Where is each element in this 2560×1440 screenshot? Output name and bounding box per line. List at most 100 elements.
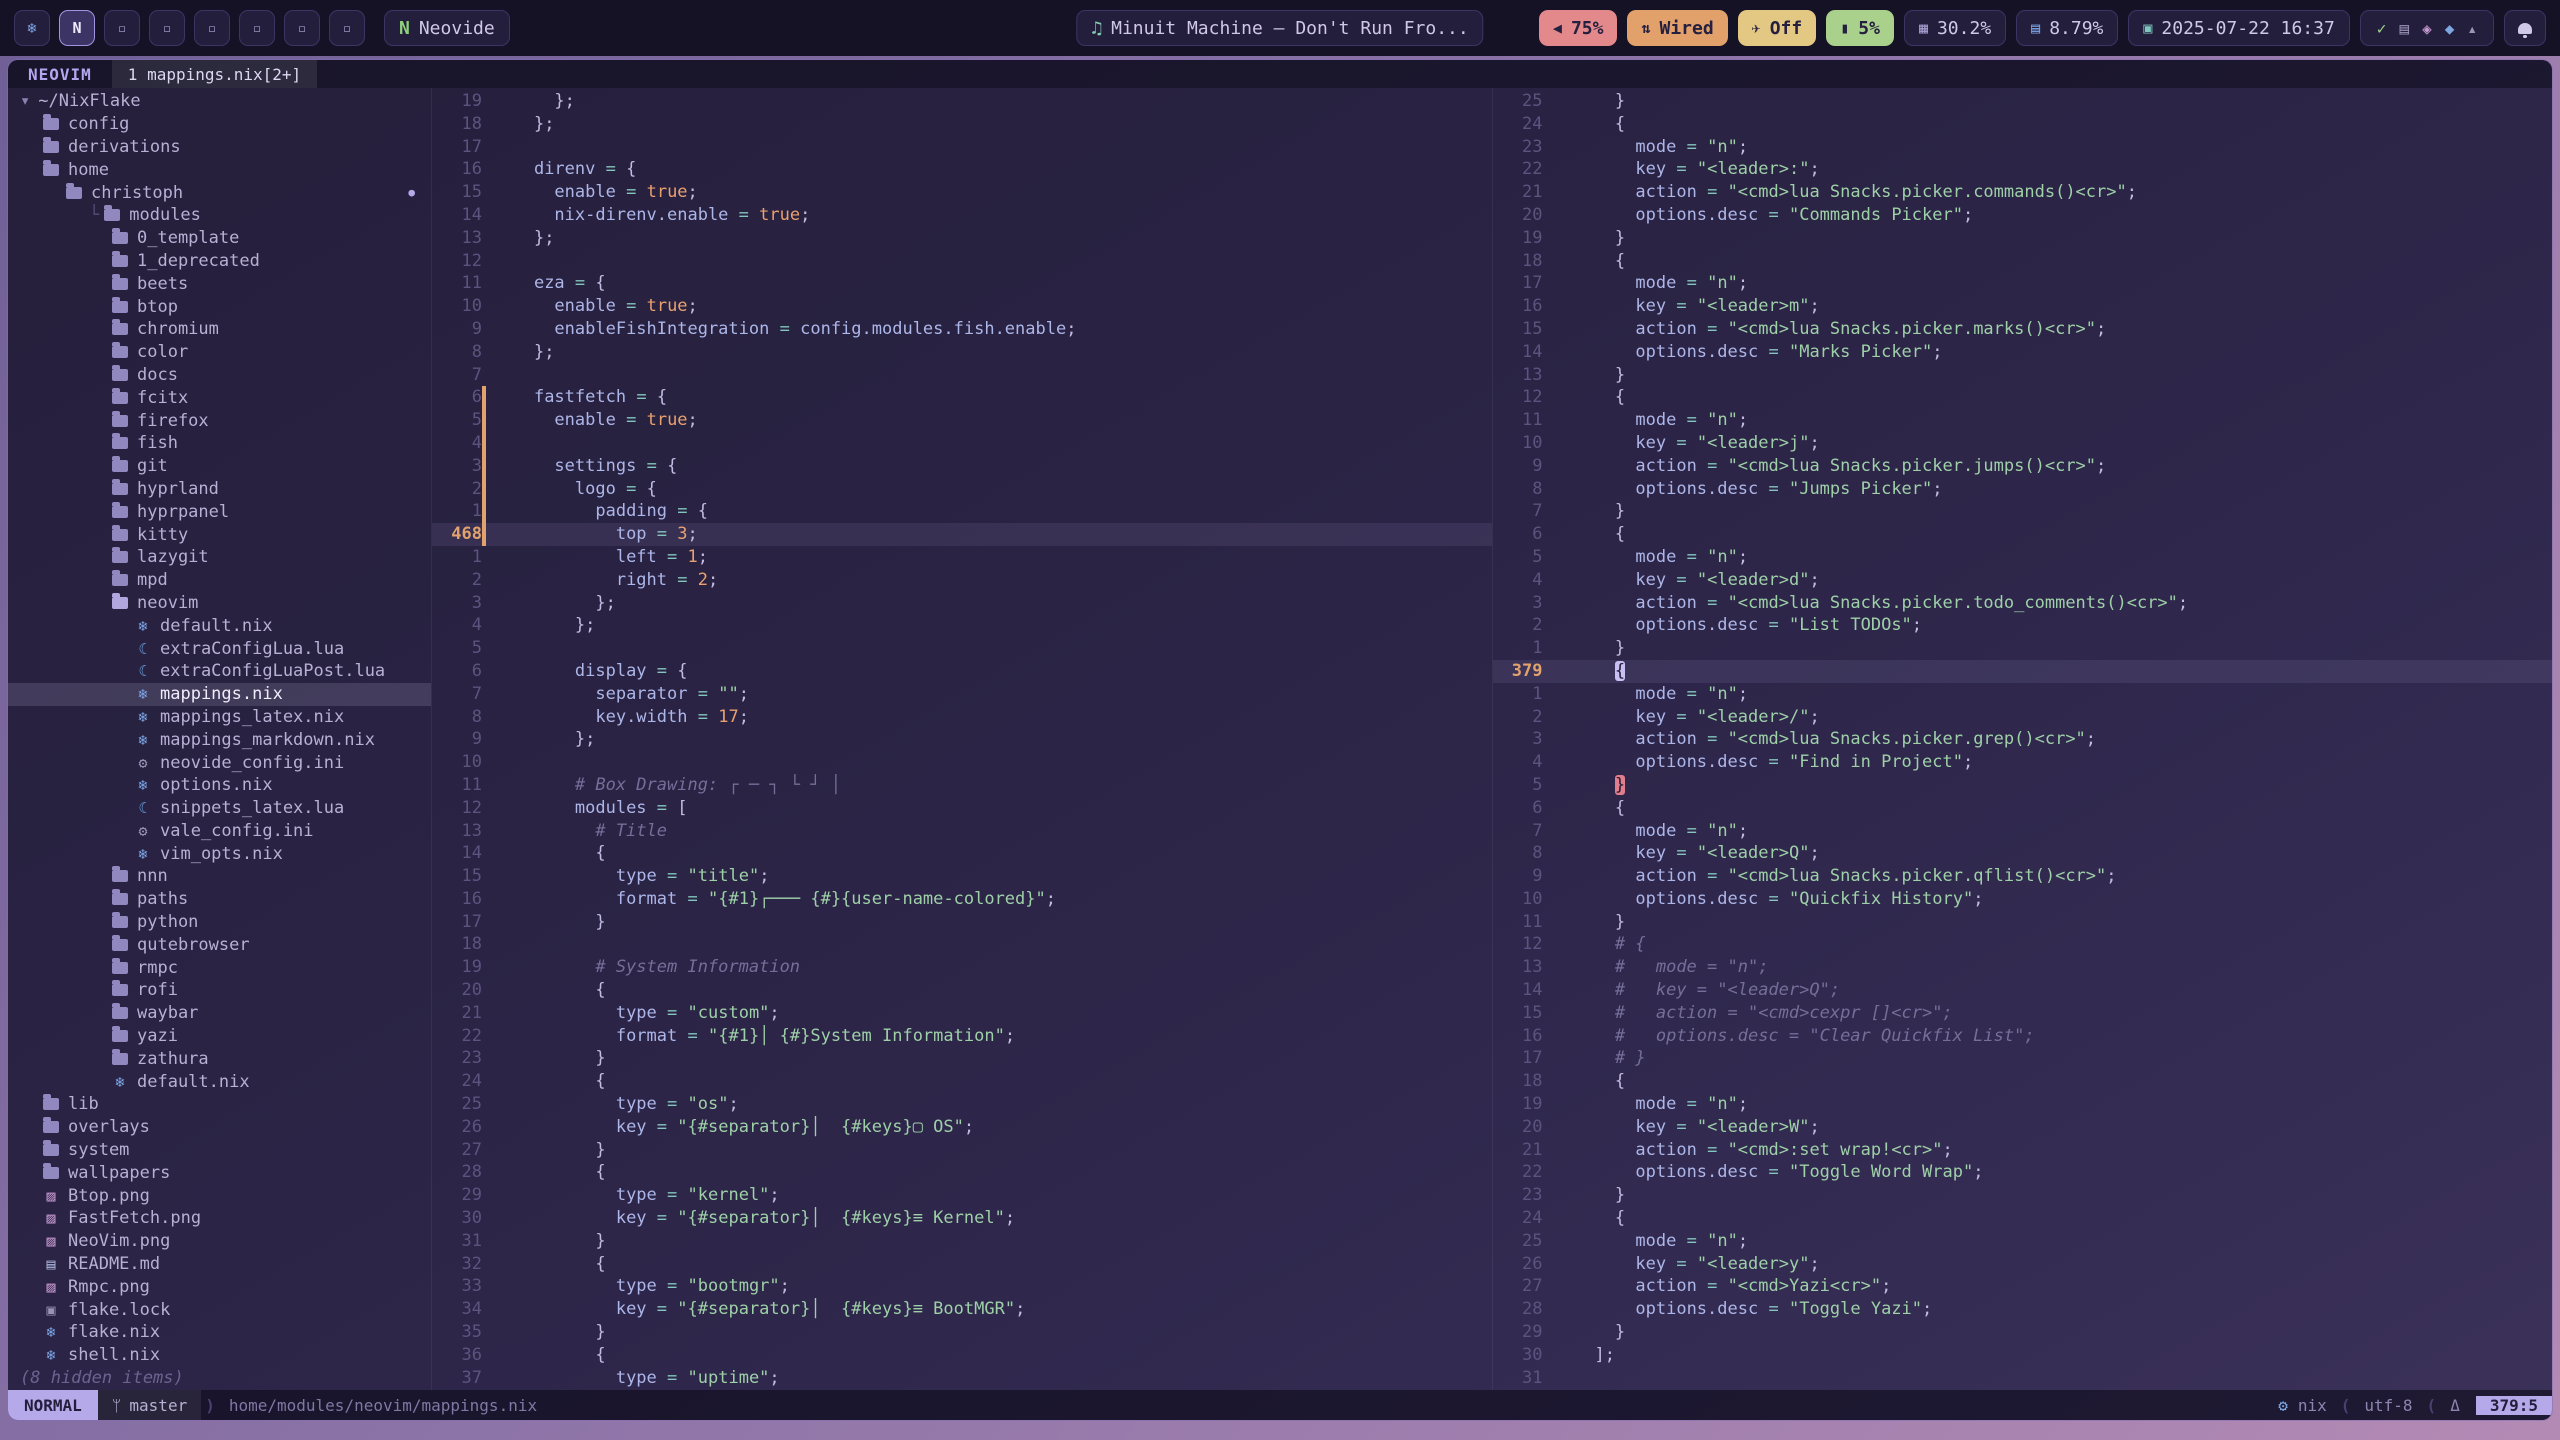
tree-item[interactable]: kitty	[8, 523, 431, 546]
tab-mappings-nix[interactable]: 1 mappings.nix[2+]	[112, 60, 317, 88]
code-line[interactable]: 17 }	[432, 911, 1492, 934]
tree-item[interactable]: rofi	[8, 979, 431, 1002]
code-line[interactable]: 22 key = "<leader>:";	[1493, 158, 2553, 181]
code-line[interactable]: 31 }	[432, 1230, 1492, 1253]
code-line[interactable]: 16 # options.desc = "Clear Quickfix List…	[1493, 1025, 2553, 1048]
code-line[interactable]: 1 mode = "n";	[1493, 683, 2553, 706]
code-line[interactable]: 12	[432, 250, 1492, 273]
tree-item[interactable]: btop	[8, 295, 431, 318]
tree-item[interactable]: ❄options.nix	[8, 774, 431, 797]
code-line[interactable]: 24 {	[1493, 113, 2553, 136]
code-line[interactable]: 3 };	[432, 592, 1492, 615]
tree-item[interactable]: home	[8, 158, 431, 181]
code-line[interactable]: 13 }	[1493, 364, 2553, 387]
tree-item[interactable]: paths	[8, 888, 431, 911]
code-line[interactable]: 11 eza = {	[432, 272, 1492, 295]
display-icon[interactable]: ▤	[2399, 19, 2409, 38]
code-line[interactable]: 26 key = "<leader>y";	[1493, 1253, 2553, 1276]
tree-item[interactable]: ❄mappings_markdown.nix	[8, 728, 431, 751]
code-line[interactable]: 28 options.desc = "Toggle Yazi";	[1493, 1298, 2553, 1321]
code-line[interactable]: 19 mode = "n";	[1493, 1093, 2553, 1116]
code-line[interactable]: 4	[432, 432, 1492, 455]
tree-item[interactable]: ❄mappings_latex.nix	[8, 706, 431, 729]
tree-item[interactable]: git	[8, 455, 431, 478]
code-line[interactable]: 17	[432, 136, 1492, 159]
code-line[interactable]: 20 key = "<leader>W";	[1493, 1116, 2553, 1139]
volume-indicator[interactable]: ◀ 75%	[1539, 10, 1618, 46]
code-line[interactable]: 3 action = "<cmd>lua Snacks.picker.grep(…	[1493, 728, 2553, 751]
tree-item[interactable]: config	[8, 113, 431, 136]
code-line[interactable]: 31	[1493, 1367, 2553, 1390]
workspace-3[interactable]: ▫	[149, 10, 185, 46]
tree-item[interactable]: neovim	[8, 592, 431, 615]
code-line[interactable]: 4 };	[432, 614, 1492, 637]
tree-item[interactable]: docs	[8, 364, 431, 387]
code-line[interactable]: 23 }	[432, 1047, 1492, 1070]
tree-item[interactable]: waybar	[8, 1002, 431, 1025]
tree-item[interactable]: ❄default.nix	[8, 614, 431, 637]
code-line[interactable]: 2 options.desc = "List TODOs";	[1493, 614, 2553, 637]
code-line[interactable]: 19 # System Information	[432, 956, 1492, 979]
tree-item[interactable]: mpd	[8, 569, 431, 592]
code-line[interactable]: 14 {	[432, 842, 1492, 865]
tree-item[interactable]: python	[8, 911, 431, 934]
code-line[interactable]: 14 nix-direnv.enable = true;	[432, 204, 1492, 227]
tree-item[interactable]: beets	[8, 272, 431, 295]
code-line[interactable]: 8 key = "<leader>Q";	[1493, 842, 2553, 865]
tree-item[interactable]: rmpc	[8, 956, 431, 979]
code-line[interactable]: 22 options.desc = "Toggle Word Wrap";	[1493, 1161, 2553, 1184]
tree-item[interactable]: ▣flake.lock	[8, 1298, 431, 1321]
code-line[interactable]: 15 action = "<cmd>lua Snacks.picker.mark…	[1493, 318, 2553, 341]
code-line[interactable]: 5	[432, 637, 1492, 660]
tree-item[interactable]: lib	[8, 1093, 431, 1116]
code-line[interactable]: 24 {	[1493, 1207, 2553, 1230]
tree-item[interactable]: ❄vim_opts.nix	[8, 842, 431, 865]
battery-indicator[interactable]: ▮ 5%	[1826, 10, 1894, 46]
tree-item[interactable]: ▨Btop.png	[8, 1184, 431, 1207]
airplane-indicator[interactable]: ✈ Off	[1738, 10, 1817, 46]
code-line[interactable]: 21 action = "<cmd>lua Snacks.picker.comm…	[1493, 181, 2553, 204]
code-line[interactable]: 13 };	[432, 227, 1492, 250]
clock[interactable]: ▣ 2025-07-22 16:37	[2128, 10, 2349, 46]
workspace-special[interactable]: ❄	[14, 10, 50, 46]
code-line[interactable]: 37 type = "uptime";	[432, 1367, 1492, 1390]
tree-item[interactable]: qutebrowser	[8, 933, 431, 956]
code-line[interactable]: 12 # {	[1493, 933, 2553, 956]
workspace-6[interactable]: ▫	[284, 10, 320, 46]
code-line[interactable]: 23 mode = "n";	[1493, 136, 2553, 159]
tree-item[interactable]: lazygit	[8, 546, 431, 569]
tree-item[interactable]: hyprland	[8, 478, 431, 501]
code-line[interactable]: 8 key.width = 17;	[432, 706, 1492, 729]
updates-icon[interactable]: ▴	[2467, 19, 2477, 38]
tree-item[interactable]: (8 hidden items)	[8, 1367, 431, 1390]
shield-check-icon[interactable]: ✓	[2377, 19, 2387, 38]
tree-item[interactable]: ⚙vale_config.ini	[8, 820, 431, 843]
notifications-button[interactable]	[2504, 10, 2546, 46]
code-line[interactable]: 15 # action = "<cmd>cexpr []<cr>";	[1493, 1002, 2553, 1025]
cpu-indicator[interactable]: ▦ 30.2%	[1904, 10, 2006, 46]
tree-item[interactable]: fish	[8, 432, 431, 455]
workspace-7[interactable]: ▫	[329, 10, 365, 46]
code-line[interactable]: 32 {	[432, 1253, 1492, 1276]
code-line[interactable]: 18 {	[1493, 1070, 2553, 1093]
code-line[interactable]: 20 {	[432, 979, 1492, 1002]
code-line[interactable]: 20 options.desc = "Commands Picker";	[1493, 204, 2553, 227]
code-line[interactable]: 10 key = "<leader>j";	[1493, 432, 2553, 455]
code-line[interactable]: 17 mode = "n";	[1493, 272, 2553, 295]
code-line[interactable]: 9 action = "<cmd>lua Snacks.picker.qflis…	[1493, 865, 2553, 888]
code-line[interactable]: 30 ];	[1493, 1344, 2553, 1367]
code-line[interactable]: 15 type = "title";	[432, 865, 1492, 888]
code-line[interactable]: 10 options.desc = "Quickfix History";	[1493, 888, 2553, 911]
code-line[interactable]: 8 };	[432, 341, 1492, 364]
code-line[interactable]: 1 left = 1;	[432, 546, 1492, 569]
code-line[interactable]: 25 mode = "n";	[1493, 1230, 2553, 1253]
code-line[interactable]: 24 {	[432, 1070, 1492, 1093]
code-line[interactable]: 26 key = "{#separator}│ {#keys}▢ OS";	[432, 1116, 1492, 1139]
tree-item[interactable]: 1_deprecated	[8, 250, 431, 273]
code-line[interactable]: 14 # key = "<leader>Q";	[1493, 979, 2553, 1002]
code-line[interactable]: 4 key = "<leader>d";	[1493, 569, 2553, 592]
code-line[interactable]: 7	[432, 364, 1492, 387]
tree-item[interactable]: ☾extraConfigLuaPost.lua	[8, 660, 431, 683]
code-line[interactable]: 6 display = {	[432, 660, 1492, 683]
code-line[interactable]: 8 options.desc = "Jumps Picker";	[1493, 478, 2553, 501]
